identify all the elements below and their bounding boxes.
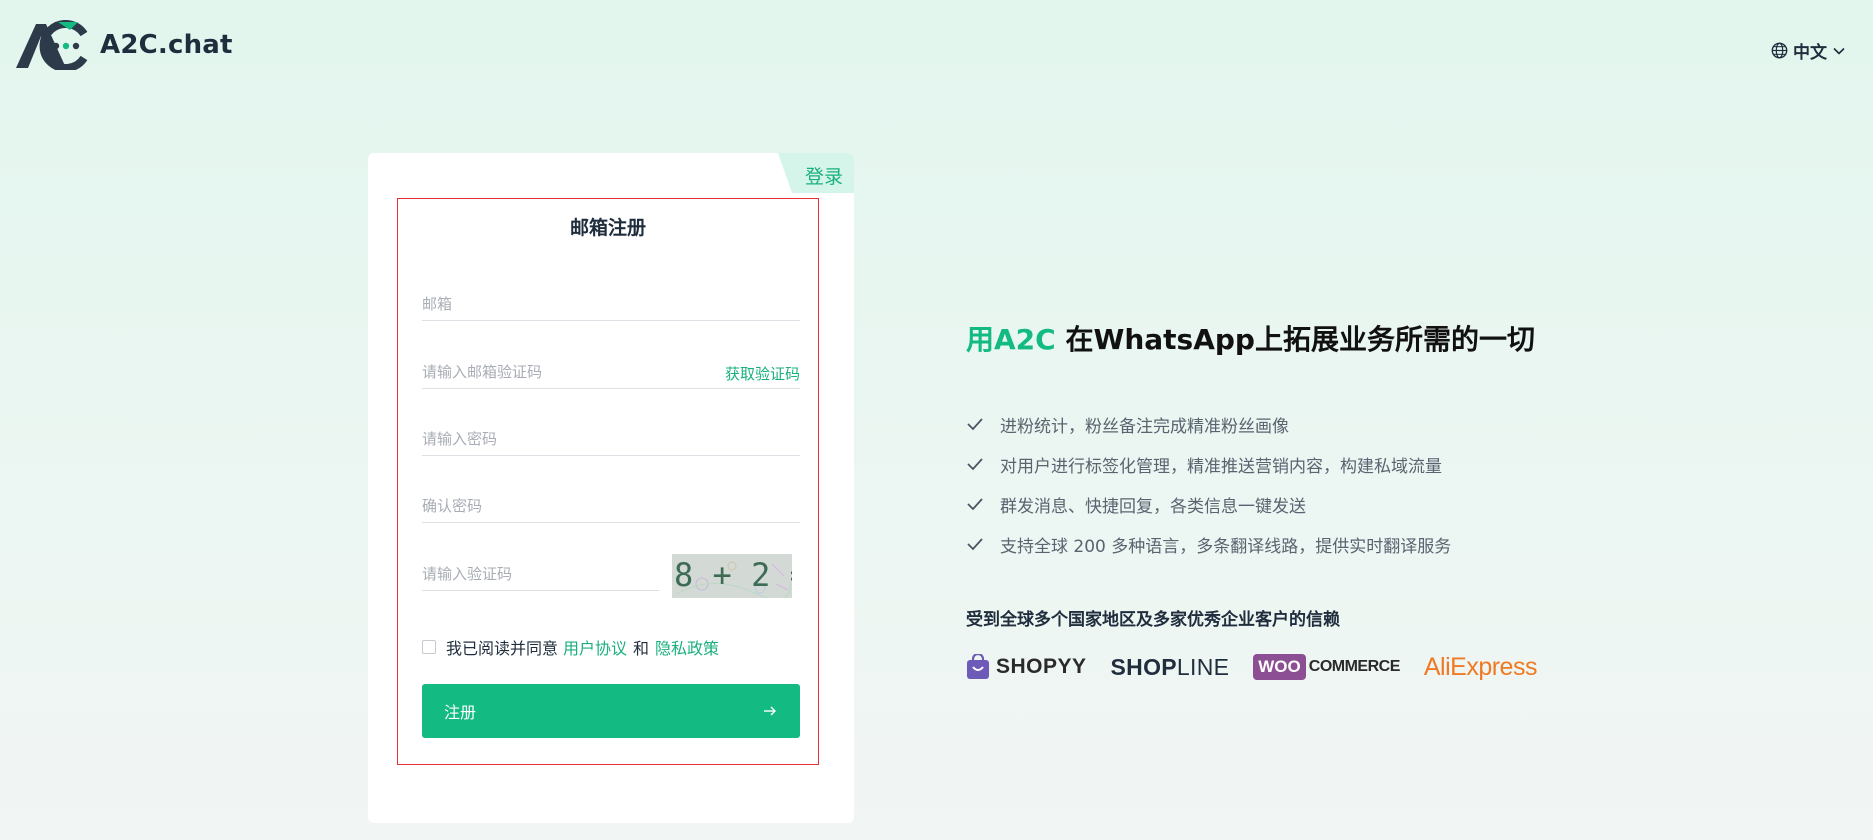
language-label: 中文 [1793, 43, 1827, 63]
ali-text: AliExpress [1423, 652, 1538, 681]
feature-text: 进粉统计，粉丝备注完成精准粉丝画像 [1000, 416, 1289, 437]
agree-text: 我已阅读并同意 [446, 639, 559, 658]
promo-headline: 用A2C 在WhatsApp上拓展业务所需的一切 [966, 318, 1535, 358]
list-item: 进粉统计，粉丝备注完成精准粉丝画像 [966, 404, 1451, 444]
feature-text: 群发消息、快捷回复，各类信息一键发送 [1000, 496, 1306, 517]
shopyy-text: SHOPYY [996, 655, 1087, 678]
feature-list: 进粉统计，粉丝备注完成精准粉丝画像 对用户进行标签化管理，精准推送营销内容，构建… [966, 404, 1451, 564]
confirm-password-field-wrap [422, 483, 800, 523]
a2c-logo-icon [16, 20, 88, 70]
and-text: 和 [633, 639, 650, 658]
woo-rest: COMMERCE [1308, 658, 1401, 675]
headline-rest: 在WhatsApp上拓展业务所需的一切 [1055, 323, 1535, 356]
feature-text: 支持全球 200 多种语言，多条翻译线路，提供实时翻译服务 [1000, 536, 1452, 557]
captcha-input[interactable] [422, 551, 659, 590]
check-icon [967, 418, 983, 431]
logo-text: A2C.chat [100, 30, 233, 60]
check-icon [967, 538, 983, 551]
get-code-button[interactable]: 获取验证码 [725, 363, 800, 384]
chevron-down-icon [1833, 47, 1845, 55]
feature-text: 对用户进行标签化管理，精准推送营销内容，构建私域流量 [1000, 456, 1442, 477]
check-icon [967, 498, 983, 511]
list-item: 对用户进行标签化管理，精准推送营销内容，构建私域流量 [966, 444, 1451, 484]
email-code-field-wrap: 获取验证码 [422, 349, 800, 389]
password-input[interactable] [422, 416, 800, 455]
shopline-bold: SHOP [1110, 653, 1177, 680]
list-item: 群发消息、快捷回复，各类信息一键发送 [966, 484, 1451, 524]
captcha-text: 8 + 2 = [674, 556, 792, 594]
register-button[interactable]: 注册 [422, 684, 800, 738]
woo-badge: WOO [1253, 654, 1306, 680]
user-agreement-link[interactable]: 用户协议 [563, 635, 627, 659]
shopping-bag-icon [967, 654, 989, 679]
woocommerce-logo: WOO COMMERCE [1253, 650, 1400, 684]
aliexpress-logo: AliExpress [1423, 650, 1538, 684]
captcha-field-wrap [422, 551, 659, 591]
confirm-password-input[interactable] [422, 483, 800, 522]
email-code-input[interactable] [422, 349, 702, 388]
privacy-policy-link[interactable]: 隐私政策 [655, 635, 719, 659]
language-selector[interactable]: 中文 [1771, 38, 1846, 63]
arrow-right-icon [764, 706, 776, 716]
globe-icon [1771, 42, 1788, 59]
brand-logos: SHOPYY SHOP LINE WOO COMMERCE AliExpress [966, 650, 1561, 684]
register-form: 邮箱注册 获取验证码 8 + 2 = [397, 198, 819, 765]
trust-title: 受到全球多个国家地区及多家优秀企业客户的信赖 [966, 610, 1340, 630]
captcha-image[interactable]: 8 + 2 = [672, 554, 792, 598]
shopyy-logo: SHOPYY [966, 650, 1087, 684]
login-tab-label[interactable]: 登录 [805, 162, 843, 189]
form-title: 邮箱注册 [569, 217, 646, 239]
login-tab[interactable]: 登录 [778, 153, 854, 193]
logo[interactable]: A2C.chat [14, 20, 233, 70]
shopline-rest: LINE [1176, 653, 1230, 680]
register-card: 登录 邮箱注册 获取验证码 [368, 153, 854, 823]
email-input[interactable] [422, 281, 800, 320]
shopline-logo: SHOP LINE [1111, 650, 1230, 684]
password-field-wrap [422, 416, 800, 456]
agreement-row: 我已阅读并同意 用户协议 和 隐私政策 [422, 635, 719, 659]
register-button-label: 注册 [444, 703, 477, 722]
list-item: 支持全球 200 多种语言，多条翻译线路，提供实时翻译服务 [966, 524, 1451, 564]
email-field-wrap [422, 281, 800, 321]
headline-accent: 用A2C [966, 323, 1056, 356]
agree-checkbox[interactable] [422, 640, 436, 654]
check-icon [967, 458, 983, 471]
